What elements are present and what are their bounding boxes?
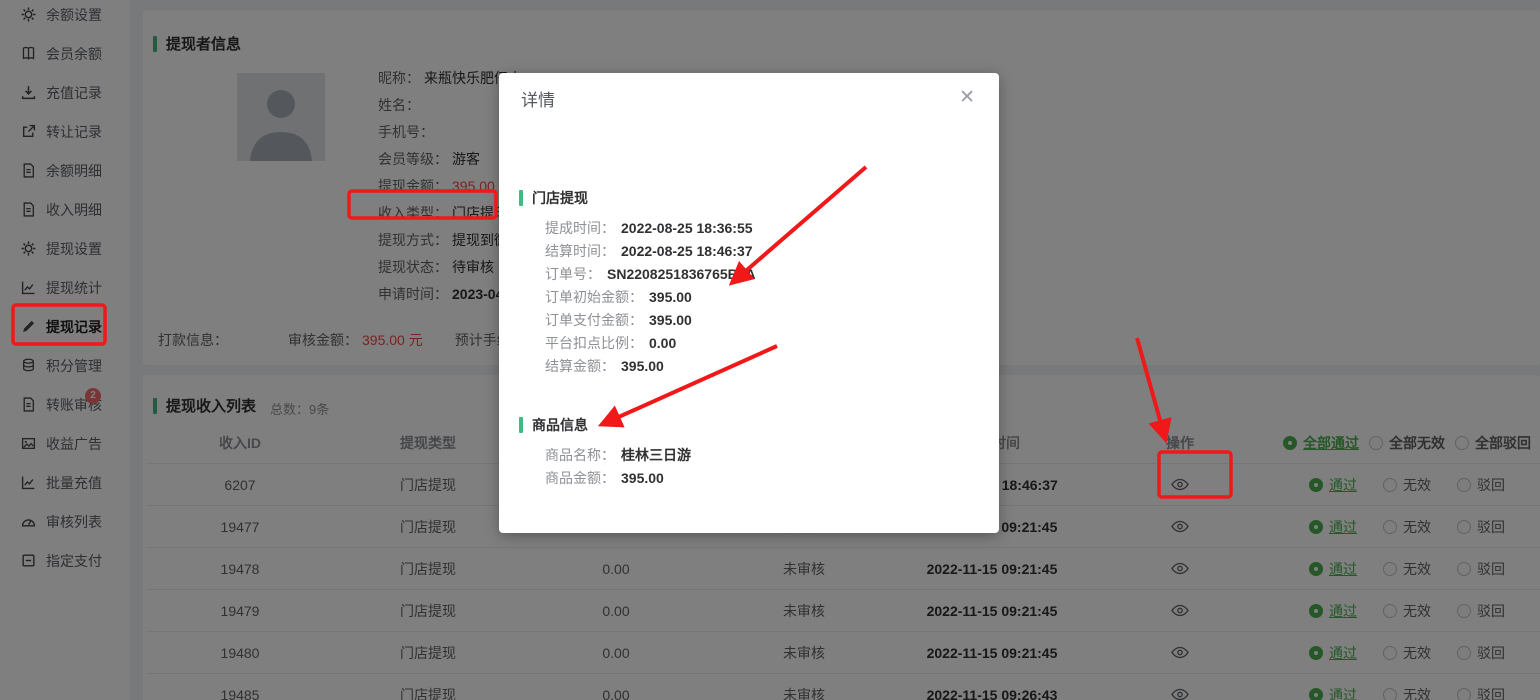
detail-value: SN2208251836765BFA xyxy=(607,266,756,282)
section-title-text: 商品信息 xyxy=(532,415,588,435)
modal-detail-row: 结算时间： 2022-08-25 18:46:37 xyxy=(545,240,979,263)
modal-detail-row: 订单初始金额： 395.00 xyxy=(545,286,979,309)
detail-modal: 详情 ✕ 门店提现提成时间： 2022-08-25 18:36:55 结算时间： 20… xyxy=(499,73,999,533)
detail-value: 395.00 xyxy=(649,312,692,328)
detail-label: 提成时间： xyxy=(545,220,615,236)
modal-section: 商品信息商品名称： 桂林三日游商品金额： 395.00 xyxy=(519,415,979,490)
modal-title: 详情 xyxy=(521,86,555,111)
section-title-text: 门店提现 xyxy=(532,188,588,208)
detail-value: 395.00 xyxy=(621,358,664,374)
detail-label: 平台扣点比例： xyxy=(545,335,643,351)
modal-section: 门店提现提成时间： 2022-08-25 18:36:55 结算时间： 2022-08… xyxy=(519,188,979,378)
detail-value: 395.00 xyxy=(621,470,664,486)
detail-value: 2022-08-25 18:36:55 xyxy=(621,220,753,236)
detail-label: 结算时间： xyxy=(545,243,615,259)
modal-detail-row: 商品金额： 395.00 xyxy=(545,467,979,490)
detail-value: 桂林三日游 xyxy=(621,447,691,463)
modal-detail-row: 商品名称： 桂林三日游 xyxy=(545,444,979,467)
app-root: 余额设置会员余额充值记录转让记录余额明细收入明细提现设置提现统计提现记录积分管理… xyxy=(0,0,1540,700)
detail-label: 结算金额： xyxy=(545,358,615,374)
detail-label: 订单支付金额： xyxy=(545,312,643,328)
detail-value: 2022-08-25 18:46:37 xyxy=(621,243,753,259)
detail-value: 0.00 xyxy=(649,335,676,351)
modal-detail-row: 提成时间： 2022-08-25 18:36:55 xyxy=(545,217,979,240)
section-accent-bar xyxy=(519,190,523,206)
detail-label: 商品名称： xyxy=(545,447,615,463)
detail-label: 订单初始金额： xyxy=(545,289,643,305)
modal-detail-row: 订单号： SN2208251836765BFA xyxy=(545,263,979,286)
modal-close-icon[interactable]: ✕ xyxy=(953,87,981,108)
modal-detail-row: 平台扣点比例： 0.00 xyxy=(545,332,979,355)
modal-detail-row: 订单支付金额： 395.00 xyxy=(545,309,979,332)
section-accent-bar xyxy=(519,417,523,433)
detail-value: 395.00 xyxy=(649,289,692,305)
detail-label: 订单号： xyxy=(545,266,601,282)
modal-detail-row: 结算金额： 395.00 xyxy=(545,355,979,378)
modal-section-title: 商品信息 xyxy=(519,415,979,435)
detail-label: 商品金额： xyxy=(545,470,615,486)
modal-section-title: 门店提现 xyxy=(519,188,979,208)
